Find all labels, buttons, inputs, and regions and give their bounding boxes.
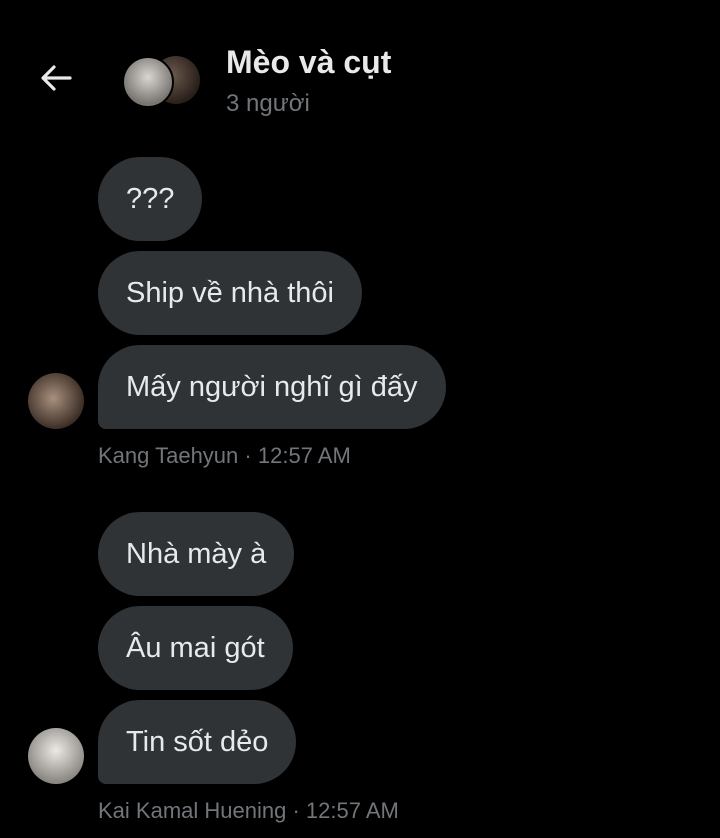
group-avatar[interactable] (122, 54, 206, 108)
message-bubble[interactable]: Mấy người nghĩ gì đấy (98, 345, 446, 429)
message-bubble[interactable]: ??? (98, 157, 203, 241)
message-bubble[interactable]: Ship về nhà thôi (98, 251, 362, 335)
message-time: 12:57 AM (257, 443, 351, 468)
separator: · (244, 443, 258, 468)
message-bubble[interactable]: Tin sốt dẻo (98, 700, 297, 784)
sender-name: Kai Kamal Huening (98, 798, 287, 823)
separator: · (292, 798, 306, 823)
member-avatar (122, 56, 174, 108)
sender-name: Kang Taehyun (98, 443, 239, 468)
back-button[interactable] (36, 58, 76, 98)
member-count[interactable]: 3 người (226, 90, 310, 118)
back-arrow-icon (41, 65, 72, 91)
message-bubble[interactable]: Âu mai gót (98, 606, 293, 690)
message-meta: Kang Taehyun · 12:57 AM (98, 443, 351, 469)
message-bubble[interactable]: Nhà mày à (98, 512, 295, 596)
message-time: 12:57 AM (305, 798, 399, 823)
conversation-header: Mèo và cụt 3 người (0, 0, 720, 140)
sender-avatar[interactable] (28, 728, 84, 784)
sender-avatar[interactable] (28, 373, 84, 429)
conversation-title[interactable]: Mèo và cụt (226, 44, 391, 81)
message-meta: Kai Kamal Huening · 12:57 AM (98, 798, 399, 824)
